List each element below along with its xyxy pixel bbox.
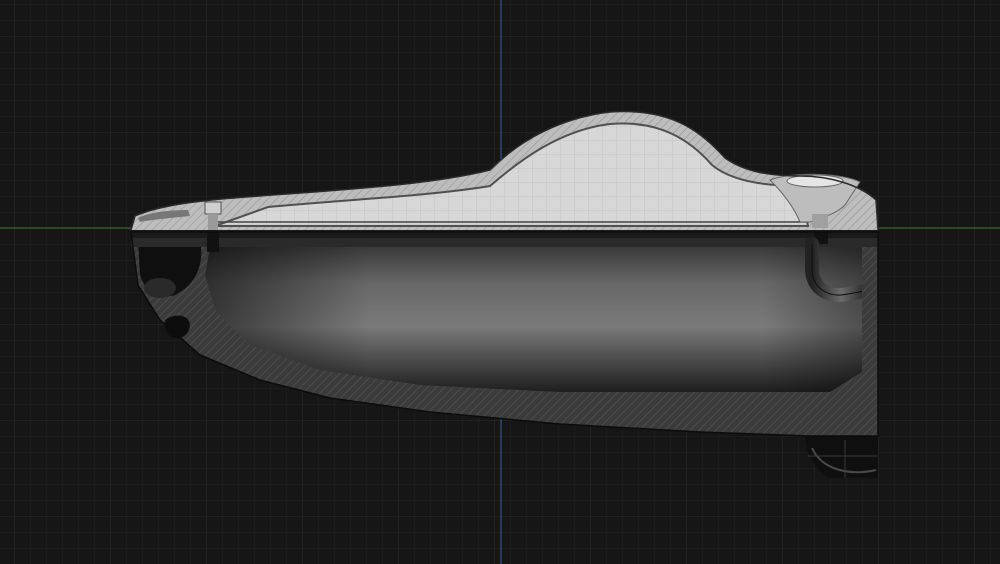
left-port — [144, 278, 176, 298]
deck-plate-underside — [131, 238, 878, 247]
deck-plate — [131, 230, 878, 238]
right-wall — [862, 247, 878, 387]
cad-viewport[interactable] — [0, 0, 1000, 564]
viewport-canvas[interactable] — [0, 0, 1000, 564]
